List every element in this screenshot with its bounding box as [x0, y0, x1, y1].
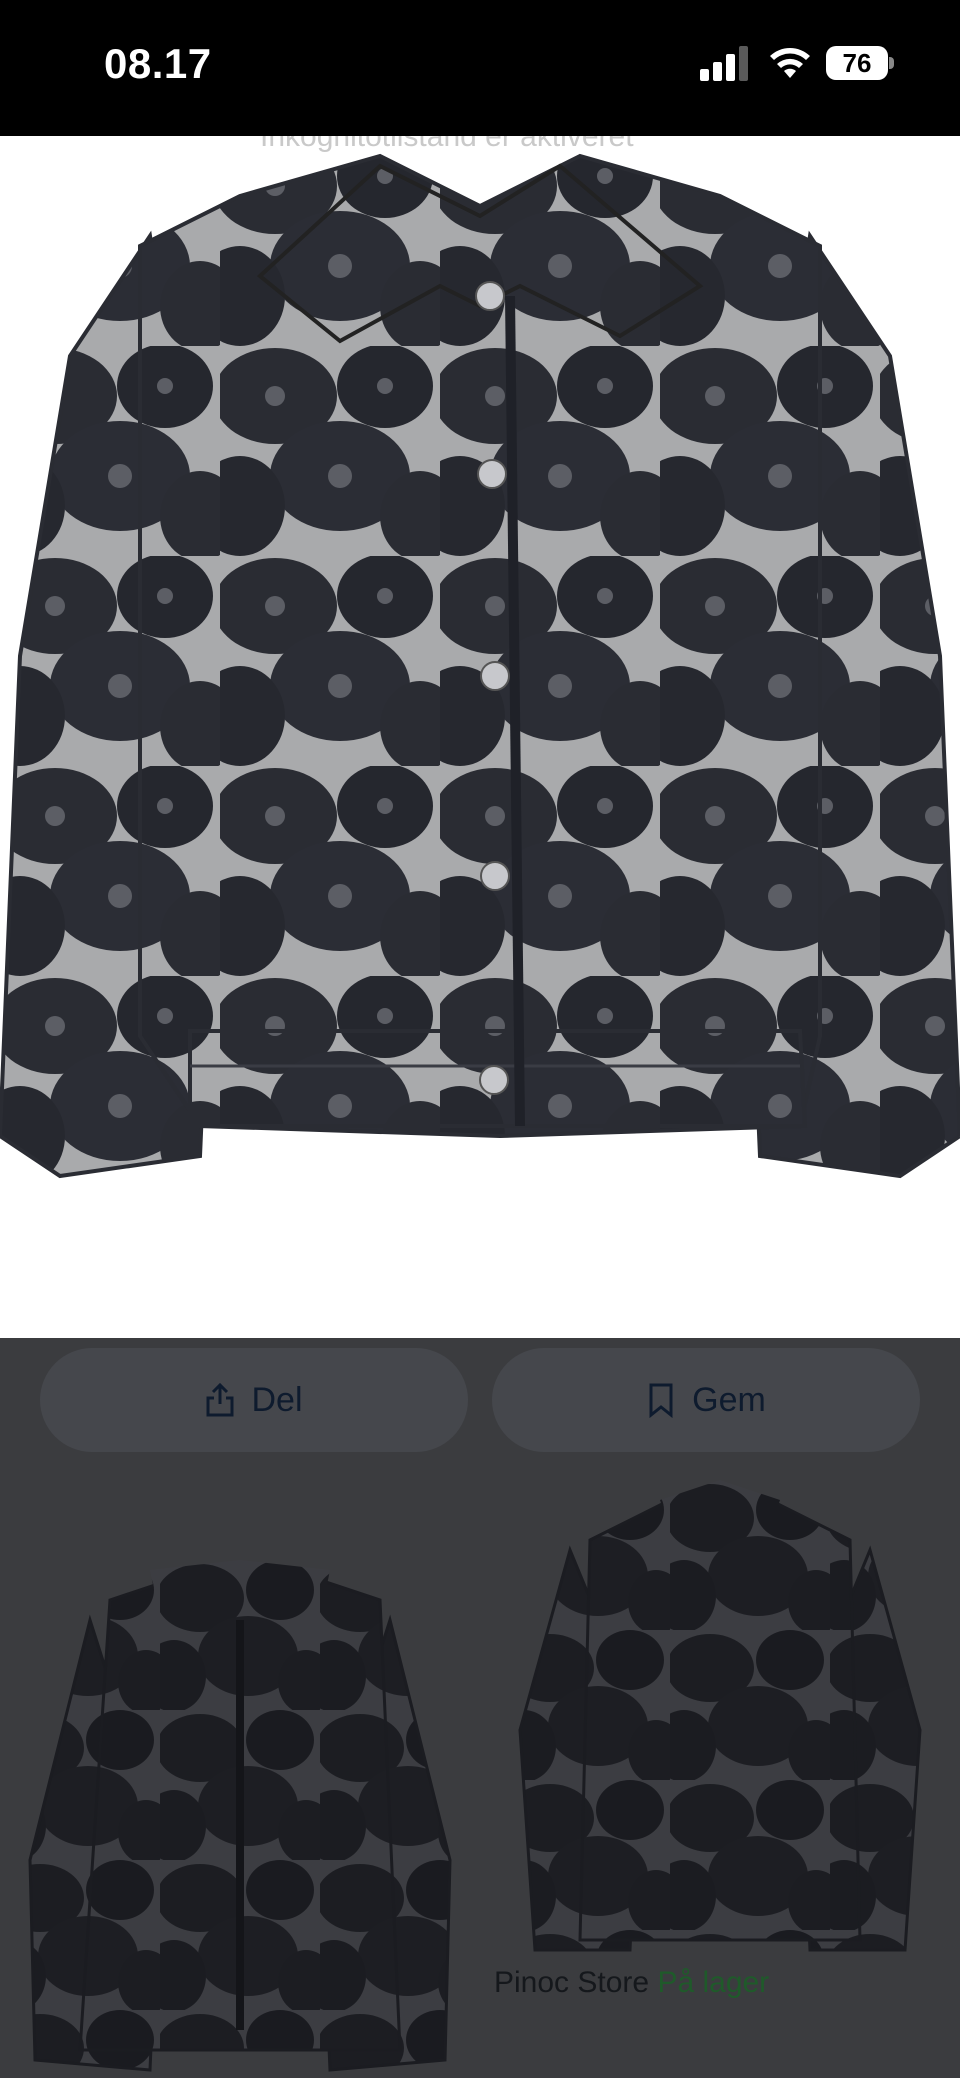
jacket-back-thumbnail [518, 1480, 922, 1952]
related-image-2[interactable] [510, 1480, 930, 1980]
status-time: 08.17 [104, 40, 212, 87]
share-icon [206, 1382, 234, 1417]
store-label[interactable]: Pinoc Store På lager [494, 1966, 769, 2000]
share-button[interactable]: Del [40, 1348, 468, 1452]
jacket-thumbnail [28, 1560, 452, 2072]
cellular-signal-icon [700, 46, 748, 81]
product-image[interactable]: Inkognitotilstand er aktiveret [0, 136, 960, 1338]
save-button[interactable]: Gem [492, 1348, 920, 1452]
related-image-1[interactable] [0, 1560, 480, 2078]
bookmark-icon [649, 1383, 673, 1418]
jacket-illustration [0, 153, 960, 1179]
battery-icon: 76 [826, 46, 894, 80]
status-bar: 08.17 76 [0, 0, 960, 136]
battery-level: 76 [842, 48, 872, 78]
save-label: Gem [692, 1380, 766, 1419]
wifi-icon [770, 48, 810, 78]
share-label: Del [251, 1380, 303, 1419]
incognito-notice: Inkognitotilstand er aktiveret [260, 136, 634, 153]
store-name: Pinoc Store [494, 1966, 650, 1999]
availability-status: På lager [657, 1966, 770, 1999]
